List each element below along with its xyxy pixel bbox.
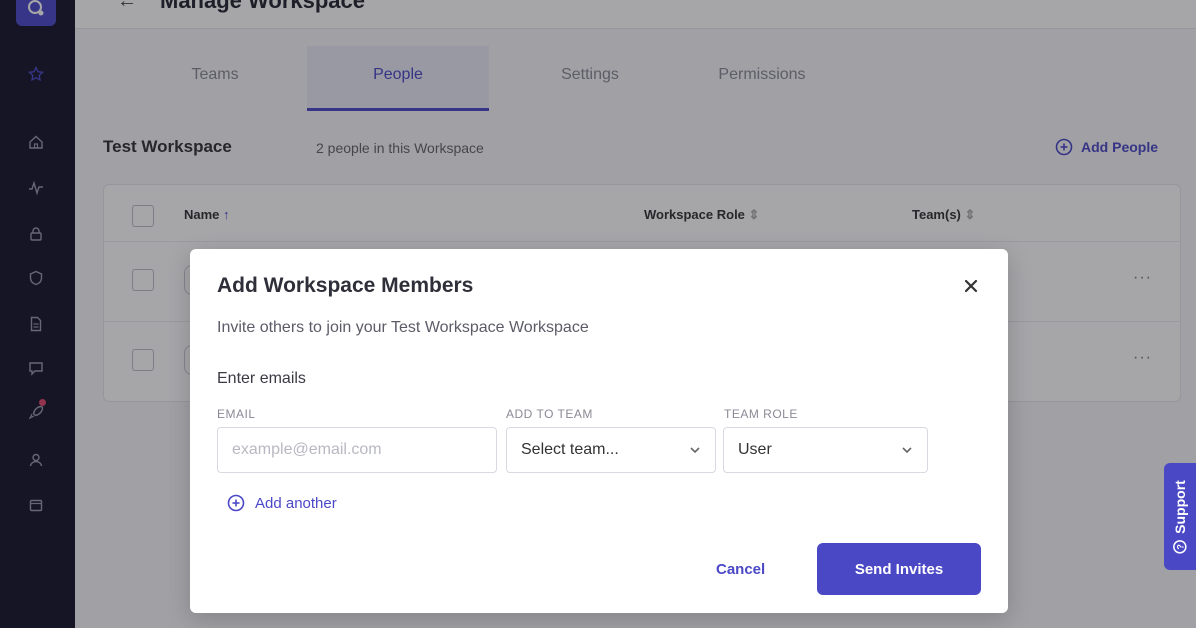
team-select[interactable]: Select team... xyxy=(506,427,716,473)
support-button[interactable]: ? Support xyxy=(1164,463,1196,570)
cancel-button[interactable]: Cancel xyxy=(716,561,765,578)
help-icon: ? xyxy=(1173,539,1187,554)
plus-circle-icon xyxy=(227,494,245,512)
role-label: TEAM ROLE xyxy=(724,407,798,421)
modal-title: Add Workspace Members xyxy=(217,274,474,297)
chevron-down-icon xyxy=(902,447,912,454)
send-invites-button[interactable]: Send Invites xyxy=(817,543,981,595)
team-label: ADD TO TEAM xyxy=(506,407,593,421)
support-label: Support xyxy=(1172,479,1188,534)
svg-text:?: ? xyxy=(1176,544,1186,550)
role-select[interactable]: User xyxy=(723,427,928,473)
add-another-button[interactable]: Add another xyxy=(227,494,337,512)
close-icon[interactable] xyxy=(960,275,982,297)
role-select-value: User xyxy=(738,441,772,458)
email-input[interactable] xyxy=(217,427,497,473)
chevron-down-icon xyxy=(690,447,700,454)
add-another-label: Add another xyxy=(255,494,337,512)
team-select-value: Select team... xyxy=(521,441,619,458)
section-label: Enter emails xyxy=(217,370,306,387)
add-members-modal: Add Workspace Members Invite others to j… xyxy=(190,249,1008,613)
email-label: EMAIL xyxy=(217,407,256,421)
modal-subtitle: Invite others to join your Test Workspac… xyxy=(217,319,589,336)
